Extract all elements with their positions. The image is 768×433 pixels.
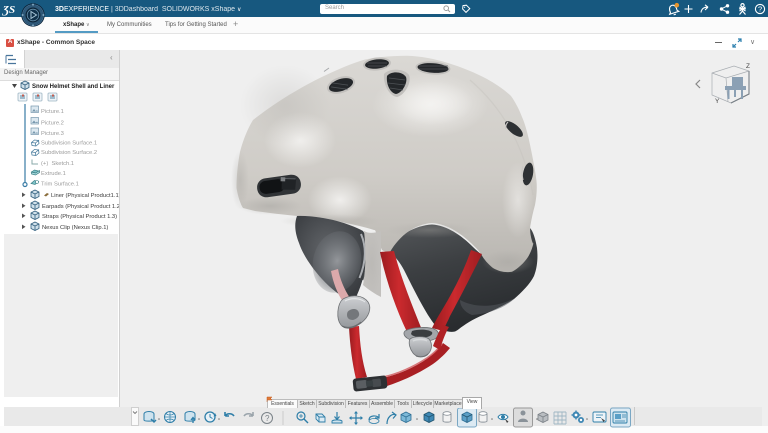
svg-text:?: ? (265, 414, 270, 423)
svg-text:?: ? (758, 5, 762, 14)
svg-text:Picture.1: Picture.1 (41, 109, 64, 115)
svg-text:Subdivision Surface.1: Subdivision Surface.1 (41, 141, 97, 147)
svg-text:Picture.2: Picture.2 (41, 121, 64, 127)
svg-text:Trim Surface.1: Trim Surface.1 (41, 182, 79, 188)
svg-text:Earpads (Physical Product 1.2): Earpads (Physical Product 1.2) (42, 204, 119, 210)
svg-text:Picture.3: Picture.3 (41, 131, 64, 137)
svg-text:(+) Sketch.1: (+) Sketch.1 (41, 161, 74, 167)
svg-text:Z: Z (746, 63, 750, 70)
svg-text:ƷS: ƷS (2, 4, 15, 16)
svg-text:Y: Y (715, 98, 720, 105)
svg-text:Nexus Clip (Nexus Clip.1): Nexus Clip (Nexus Clip.1) (42, 225, 108, 231)
svg-text:Extrude.1: Extrude.1 (41, 171, 66, 177)
svg-text:Subdivision Surface.2: Subdivision Surface.2 (41, 150, 97, 156)
svg-text:Liner (Physical Product1.1): Liner (Physical Product1.1) (51, 193, 119, 199)
svg-text:Straps (Physical Product 1.3): Straps (Physical Product 1.3) (42, 214, 117, 220)
